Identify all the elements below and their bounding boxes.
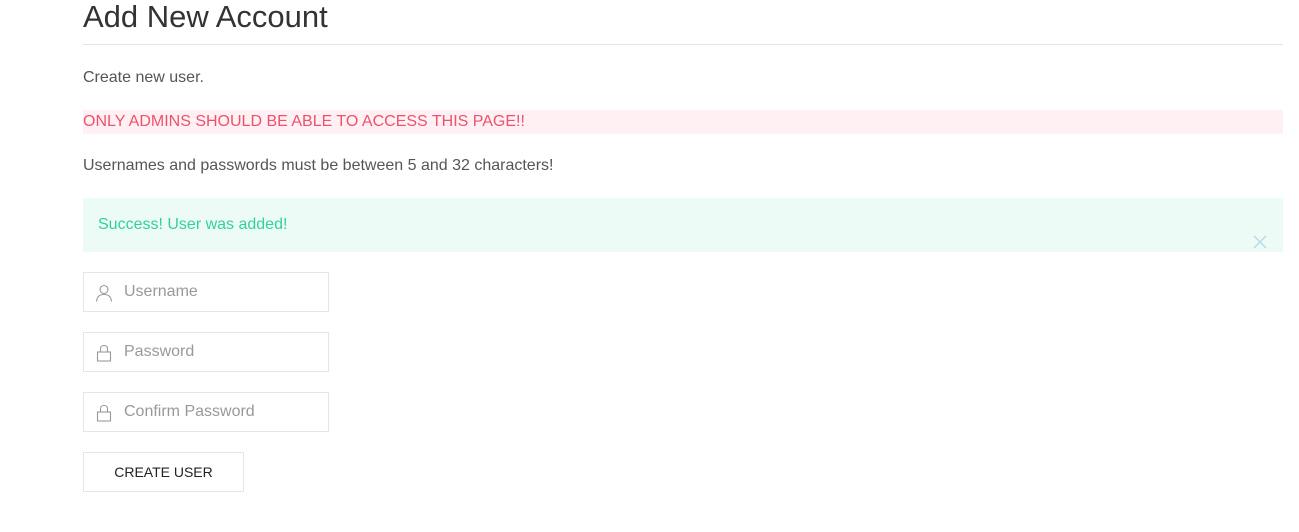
page-title: Add New Account [83, 0, 1283, 45]
success-alert: Success! User was added! [83, 198, 1283, 252]
username-field [83, 272, 329, 312]
confirm-password-field [83, 392, 329, 432]
close-icon[interactable] [1253, 218, 1267, 249]
lock-icon [94, 403, 114, 423]
user-icon [94, 283, 114, 303]
password-field [83, 332, 329, 372]
confirm-password-input[interactable] [124, 393, 324, 431]
intro-text: Create new user. [83, 69, 204, 86]
main-content: Add New Account Create new user. ONLY AD… [83, 0, 1283, 492]
admin-warning: ONLY ADMINS SHOULD BE ABLE TO ACCESS THI… [83, 110, 1283, 134]
success-alert-message: Success! User was added! [98, 216, 288, 233]
password-input[interactable] [124, 333, 324, 371]
create-user-button[interactable]: CREATE USER [83, 452, 244, 492]
credential-rules-text: Usernames and passwords must be between … [83, 157, 554, 174]
username-input[interactable] [124, 273, 324, 311]
lock-icon [94, 343, 114, 363]
